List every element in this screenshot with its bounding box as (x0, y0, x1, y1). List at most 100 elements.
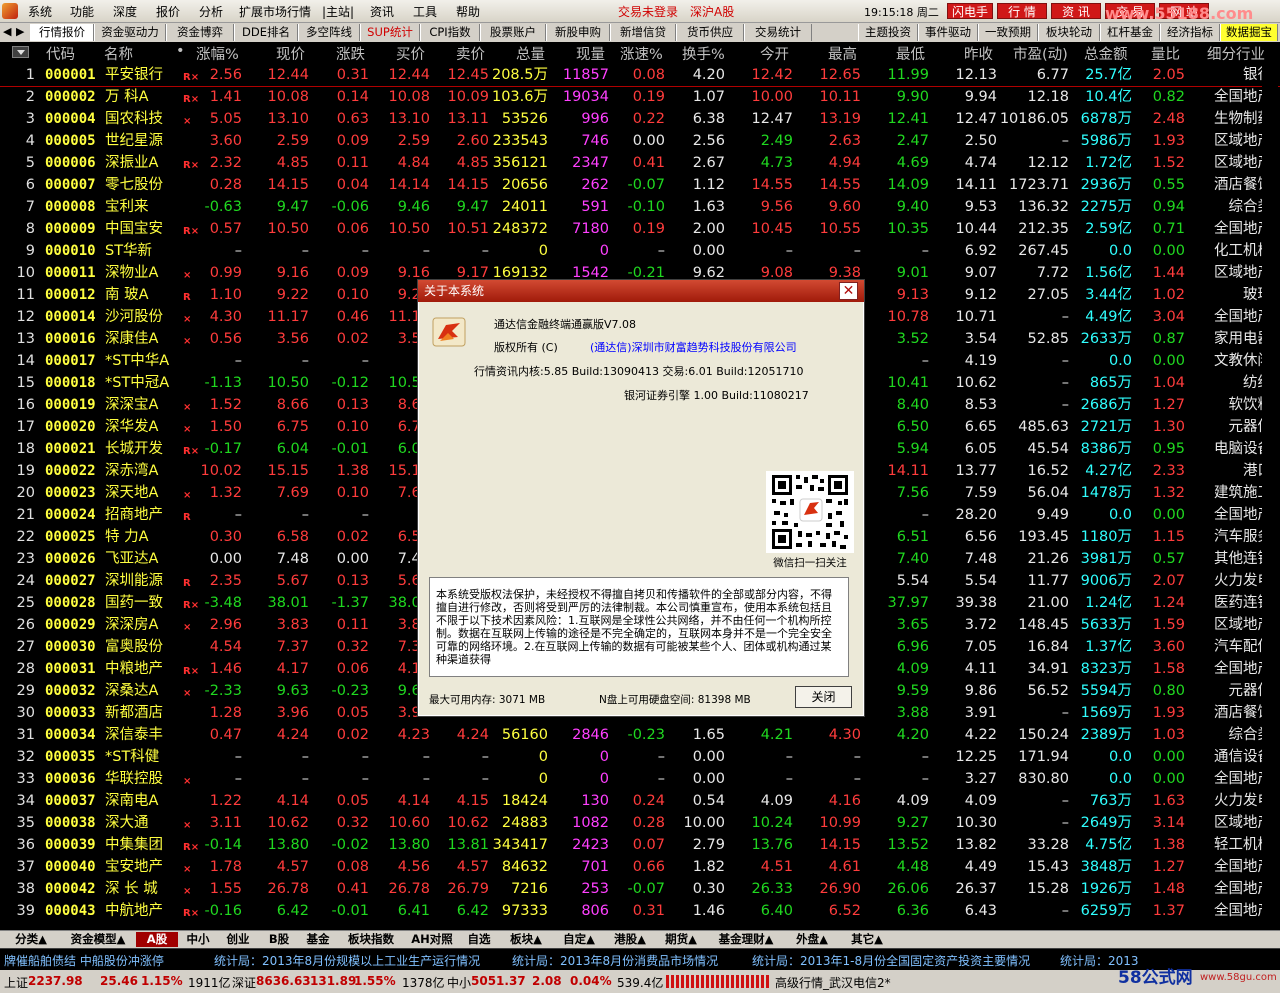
bottom-tab[interactable]: 创业 (218, 932, 258, 947)
table-row[interactable]: 1 000001 平安银行 R× 2.56 12.44 0.31 12.44 12.45 208.… (0, 64, 1280, 86)
column-header[interactable]: 昨收 (964, 43, 993, 64)
table-row[interactable]: 4 000005 世纪星源 3.60 2.59 0.09 2.59 2.60 233543 746… (0, 130, 1280, 152)
menu-quote[interactable]: 报价 (156, 3, 180, 20)
table-row[interactable]: 36 000039 中集集团 R× -0.14 13.80 -0.02 13.80 13.81 3… (0, 834, 1280, 856)
ticker-item[interactable]: 统计局：2013年1-8月份全国固定资产投资主要情况 (752, 952, 1030, 969)
tab-data-mining[interactable]: 数据掘宝 (1220, 24, 1278, 41)
bottom-tab[interactable]: 板块▲ (500, 932, 552, 947)
table-row[interactable]: 35 000038 深大通 × 3.11 10.62 0.32 10.60 10.62 24883… (0, 812, 1280, 834)
column-header[interactable]: 换手% (682, 43, 725, 64)
column-header[interactable]: 涨幅% (196, 43, 239, 64)
bottom-tab[interactable]: 中小 (180, 932, 216, 947)
column-header[interactable]: 细分行业 (1207, 43, 1265, 64)
table-row[interactable]: 8 000009 中国宝安 R× 0.57 10.50 0.06 10.50 10.51 2483… (0, 218, 1280, 240)
table-row[interactable]: 31 000034 深信泰丰 0.47 4.24 0.02 4.23 4.24 56160 284… (0, 724, 1280, 746)
close-icon[interactable]: ✕ (839, 282, 858, 300)
table-row[interactable]: 2 000002 万 科A R× 1.41 10.08 0.14 10.08 10.09 103.… (0, 86, 1280, 108)
bottom-tab[interactable]: A股 (136, 932, 178, 947)
tab-new-credit[interactable]: 新增信贷 (610, 24, 676, 41)
bottom-tab[interactable]: 期货▲ (656, 932, 706, 947)
bottom-tab[interactable]: 外盘▲ (786, 932, 838, 947)
tab-ipo-subscribe[interactable]: 新股申购 (546, 24, 610, 41)
ticker-item[interactable]: 统计局：2013年8月份消费品市场情况 (512, 952, 718, 969)
column-header[interactable]: 卖价 (456, 43, 485, 64)
menu-function[interactable]: 功能 (70, 3, 94, 20)
menu-help[interactable]: 帮助 (456, 3, 480, 20)
menu-analysis[interactable]: 分析 (199, 3, 223, 20)
vertical-scrollbar[interactable] (1262, 64, 1278, 922)
column-header[interactable]: 总金额 (1084, 43, 1128, 64)
bottom-tab[interactable]: AH对照 (406, 932, 458, 947)
table-row[interactable]: 34 000037 深南电A 1.22 4.14 0.05 4.14 4.15 18424 130… (0, 790, 1280, 812)
column-header[interactable]: 市盈(动) (1013, 43, 1068, 64)
column-header[interactable]: 今开 (760, 43, 789, 64)
bottom-tab[interactable]: 自选 (460, 932, 498, 947)
tab-quote[interactable]: 行情报价 (30, 24, 94, 41)
bottom-tab[interactable]: 基金 (300, 932, 336, 947)
menu-news[interactable]: 资讯 (370, 3, 394, 20)
column-header[interactable]: 总量 (516, 43, 545, 64)
server-status[interactable]: 高级行情_武汉电信2* (775, 974, 891, 991)
company-link[interactable]: (通达信)深圳市财富趋势科技股份有限公司 (590, 339, 797, 355)
ticker-item[interactable]: 统计局：2013年8月份规模以上工业生产运行情况 (214, 952, 480, 969)
dialog-titlebar[interactable]: 关于本系统 (418, 280, 864, 302)
tab-stock-account[interactable]: 股票账户 (480, 24, 546, 41)
column-header[interactable]: 代码 (46, 43, 75, 64)
tab-event-drive[interactable]: 事件驱动 (918, 24, 978, 41)
menu-depth[interactable]: 深度 (113, 3, 137, 20)
tab-trade-stats[interactable]: 交易统计 (744, 24, 812, 41)
table-row[interactable]: 33 000036 华联控股 × – – – – – 0 0 – 0.00 – – – 3.27 830.80 0.… (0, 768, 1280, 790)
tab-long-short[interactable]: 多空阵线 (298, 24, 360, 41)
tab-fund-drive[interactable]: 资金驱动力 (94, 24, 166, 41)
column-header[interactable]: • (176, 43, 185, 59)
column-header[interactable]: 涨速% (620, 43, 663, 64)
column-header[interactable]: 涨跌 (336, 43, 365, 64)
tab-cpi-index[interactable]: CPI指数 (420, 24, 480, 41)
column-header[interactable]: 现价 (276, 43, 305, 64)
tab-economic-indicators[interactable]: 经济指标 (1160, 24, 1220, 41)
table-row[interactable]: 39 000043 中航地产 R× -0.16 6.42 -0.01 6.41 6.42 9733… (0, 900, 1280, 922)
tab-fund-game[interactable]: 资金博弈 (166, 24, 234, 41)
column-header[interactable]: 名称 (104, 43, 133, 64)
bottom-tab[interactable]: 自定▲ (554, 932, 604, 947)
tab-next-icon[interactable]: ▶ (16, 25, 24, 38)
table-row[interactable]: 9 000010 ST华新 – – – – –0 0–0.00– – –6.92 267.45 0.0 0… (0, 240, 1280, 262)
sh-index-label[interactable]: 上证 (4, 974, 28, 991)
column-header[interactable]: 量比 (1151, 43, 1180, 64)
ticker-item[interactable]: 牌催船舶债结 中船股份冲涨停 (4, 952, 164, 969)
sme-index-label[interactable]: 中小 (447, 974, 471, 991)
menu-tools[interactable]: 工具 (413, 3, 437, 20)
tab-theme-invest[interactable]: 主题投资 (858, 24, 918, 41)
table-row[interactable]: 38 000042 深 长 城 × 1.55 26.78 0.41 26.78 26.79 721… (0, 878, 1280, 900)
sort-dropdown-icon[interactable] (12, 46, 29, 58)
lightning-trade-button[interactable]: 闪电手 (947, 3, 993, 19)
menu-system[interactable]: 系统 (28, 3, 52, 20)
bottom-tab[interactable]: 基金理财▲ (708, 932, 784, 947)
bottom-tab[interactable]: 港股▲ (606, 932, 654, 947)
column-header[interactable]: 买价 (396, 43, 425, 64)
bottom-tab[interactable]: 其它▲ (840, 932, 894, 947)
trade-login-status[interactable]: 交易未登录 (618, 3, 678, 20)
menu-extended-market[interactable]: 扩展市场行情 (239, 3, 311, 20)
column-header[interactable]: 现量 (576, 43, 605, 64)
market-selector[interactable]: 深沪A股 (690, 3, 734, 20)
column-header[interactable]: 最低 (896, 43, 925, 64)
table-row[interactable]: 32 000035 *ST科健 – – – – – 0 0 – 0.00 – – – 12.25 171.94 0… (0, 746, 1280, 768)
tab-sup-stats[interactable]: SUP统计 (360, 24, 420, 41)
tab-leveraged-fund[interactable]: 杠杆基金 (1100, 24, 1160, 41)
bottom-tab[interactable]: 资金模型▲ (62, 932, 134, 947)
sz-index-label[interactable]: 深证 (232, 974, 256, 991)
table-row[interactable]: 37 000040 宝安地产 × 1.78 4.57 0.08 4.56 4.57 84632 70… (0, 856, 1280, 878)
menu-main-station[interactable]: |主站| (322, 3, 354, 20)
close-button[interactable]: 关闭 (795, 686, 852, 708)
bottom-tab[interactable]: B股 (260, 932, 298, 947)
tab-prev-icon[interactable]: ◀ (3, 25, 11, 38)
table-row[interactable]: 6 000007 零七股份 0.28 14.15 0.04 14.14 14.15 20656 2… (0, 174, 1280, 196)
news-button[interactable]: 资 讯 (1051, 3, 1101, 19)
tab-money-supply[interactable]: 货币供应 (676, 24, 744, 41)
table-row[interactable]: 5 000006 深振业A R× 2.32 4.85 0.11 4.84 4.85 356121 2… (0, 152, 1280, 174)
license-notice[interactable]: 本系统受版权法保护，未经授权不得擅自拷贝和传播软件的全部或部分内容，不得擅自进行… (429, 577, 849, 677)
column-header[interactable]: 最高 (828, 43, 857, 64)
bottom-tab[interactable]: 分类▲ (2, 932, 60, 947)
table-row[interactable]: 7 000008 宝利来 -0.63 9.47 -0.06 9.46 9.47 24011 591… (0, 196, 1280, 218)
